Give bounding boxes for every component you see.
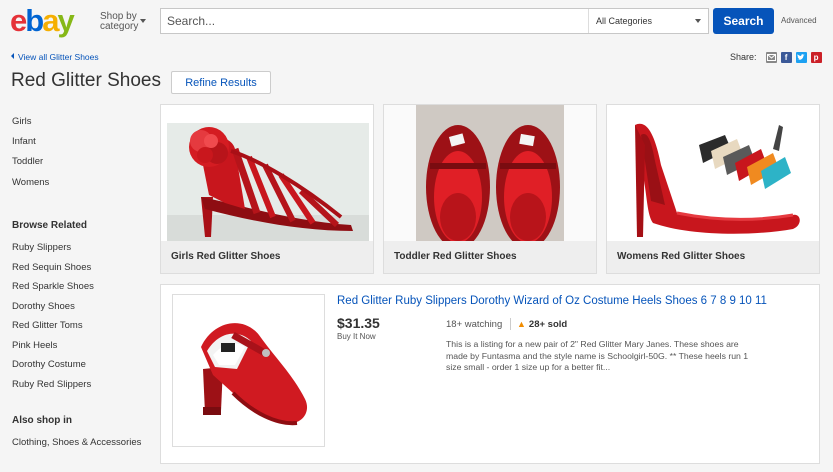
sidebar-item-infant[interactable]: Infant: [12, 136, 36, 147]
listing-image[interactable]: [172, 294, 325, 447]
share-bar: Share: f p: [730, 50, 822, 64]
refine-results-button[interactable]: Refine Results: [171, 71, 271, 94]
pinterest-icon[interactable]: p: [810, 51, 822, 63]
category-select[interactable]: All Categories: [588, 9, 709, 33]
related-link-ruby-red-slippers[interactable]: Ruby Red Slippers: [12, 379, 91, 390]
flame-icon: ▲: [517, 319, 526, 329]
sold-count: ▲ 28+ sold: [517, 319, 567, 330]
facebook-icon[interactable]: f: [780, 51, 792, 63]
header: ebay Shop by category All Categories Sea…: [0, 0, 833, 44]
category-card-girls[interactable]: Girls Red Glitter Shoes: [160, 104, 374, 274]
advanced-search-link[interactable]: Advanced: [781, 16, 817, 25]
related-link-red-sparkle-shoes[interactable]: Red Sparkle Shoes: [12, 281, 94, 292]
search-bar: All Categories: [160, 8, 709, 34]
related-link-dorothy-shoes[interactable]: Dorothy Shoes: [12, 301, 75, 312]
page-title: Red Glitter Shoes: [11, 70, 161, 91]
search-button[interactable]: Search: [713, 8, 774, 34]
listing-item: Red Glitter Ruby Slippers Dorothy Wizard…: [160, 284, 820, 464]
category-card-womens[interactable]: Womens Red Glitter Shoes: [606, 104, 820, 274]
shop-by-category-button[interactable]: Shop by category: [100, 12, 146, 32]
related-link-red-glitter-toms[interactable]: Red Glitter Toms: [12, 320, 83, 331]
email-icon[interactable]: [765, 51, 777, 63]
chevron-down-icon: [695, 19, 701, 23]
view-all-link-label: View all Glitter Shoes: [18, 52, 99, 62]
share-label: Share:: [730, 52, 757, 62]
chevron-down-icon: [140, 19, 146, 23]
womens-shoe-image: [607, 105, 819, 241]
listing-description: This is a listing for a new pair of 2" R…: [446, 339, 749, 372]
related-link-pink-heels[interactable]: Pink Heels: [12, 340, 57, 351]
related-link-ruby-slippers[interactable]: Ruby Slippers: [12, 242, 71, 253]
ebay-logo[interactable]: ebay: [10, 4, 92, 38]
sidebar-item-toddler[interactable]: Toddler: [12, 156, 43, 167]
card-caption: Girls Red Glitter Shoes: [161, 241, 373, 273]
also-shop-link[interactable]: Clothing, Shoes & Accessories: [12, 437, 141, 448]
twitter-icon[interactable]: [795, 51, 807, 63]
category-card-toddler[interactable]: Toddler Red Glitter Shoes: [383, 104, 597, 274]
card-caption: Toddler Red Glitter Shoes: [384, 241, 596, 273]
search-input[interactable]: [161, 9, 588, 33]
divider: [510, 318, 511, 330]
category-select-value: All Categories: [596, 16, 653, 26]
svg-text:ebay: ebay: [10, 4, 75, 38]
buy-format-label: Buy It Now: [337, 332, 376, 341]
sold-count-label: 28+ sold: [528, 319, 568, 330]
related-link-red-sequin-shoes[interactable]: Red Sequin Shoes: [12, 262, 91, 273]
card-caption: Womens Red Glitter Shoes: [607, 241, 819, 273]
listing-price: $31.35: [337, 315, 380, 331]
sidebar-item-womens[interactable]: Womens: [12, 177, 49, 188]
listing-title-link[interactable]: Red Glitter Ruby Slippers Dorothy Wizard…: [337, 295, 767, 307]
related-link-dorothy-costume[interactable]: Dorothy Costume: [12, 359, 86, 370]
sidebar-item-girls[interactable]: Girls: [12, 116, 32, 127]
also-shop-heading: Also shop in: [12, 415, 72, 426]
toddler-shoe-image: [384, 105, 596, 249]
girls-shoe-image: [161, 105, 373, 241]
watching-count: 18+ watching: [446, 319, 503, 330]
browse-related-heading: Browse Related: [12, 220, 88, 231]
category-label: category: [100, 21, 139, 32]
view-all-link[interactable]: View all Glitter Shoes: [11, 52, 99, 62]
chevron-left-icon: [11, 53, 14, 59]
